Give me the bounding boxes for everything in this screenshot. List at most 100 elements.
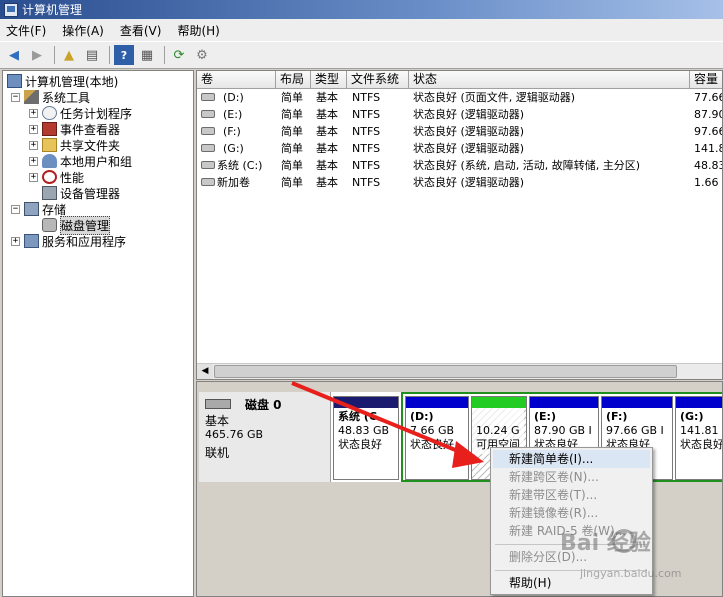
disk-type: 基本 (205, 414, 230, 428)
column-header-filesystem[interactable]: 文件系统 (347, 71, 409, 89)
menu-item-new-spanned-volume[interactable]: 新建跨区卷(N)... (493, 468, 650, 486)
partition-size: 10.24 G (476, 424, 520, 437)
export-icon[interactable]: ⚙ (192, 45, 212, 65)
watermark-url: jingyan.baidu.com (580, 567, 682, 580)
filesystem-cell: NTFS (352, 125, 381, 138)
tree-item-shared-folders[interactable]: + 共享文件夹 (29, 137, 120, 153)
menu-help[interactable]: 帮助(H) (177, 22, 219, 39)
users-icon (42, 154, 57, 168)
partition-g[interactable]: (G:) 141.81 GB N 状态良好 (675, 396, 722, 480)
collapse-icon[interactable]: − (11, 92, 20, 102)
tree-label: 本地用户和组 (60, 154, 133, 169)
column-header-status[interactable]: 状态 (409, 71, 690, 89)
expand-icon[interactable]: + (29, 124, 38, 134)
column-header-volume[interactable]: 卷 (197, 71, 276, 89)
menu-item-new-mirrored-volume[interactable]: 新建镜像卷(R)... (493, 504, 650, 522)
horizontal-scrollbar[interactable]: ◀ (197, 363, 722, 379)
expand-icon[interactable]: + (11, 236, 20, 246)
volume-cell: (F:) (223, 125, 241, 138)
layout-cell: 简单 (281, 91, 303, 104)
disk-size: 465.76 GB (205, 428, 264, 441)
capacity-cell: 77.66 (694, 91, 723, 104)
navigation-tree[interactable]: 计算机管理(本地) − 系统工具 + 任务计划程序 + 事件查看器 + 共享文件… (2, 70, 194, 597)
partition-size: 48.83 GB (338, 424, 390, 437)
column-header-capacity[interactable]: 容量 (690, 71, 722, 89)
expand-icon[interactable]: + (29, 156, 38, 166)
tree-item-task-scheduler[interactable]: + 任务计划程序 (29, 105, 132, 121)
table-row[interactable]: 系统 (C:) 简单 基本 NTFS 状态良好 (系统, 启动, 活动, 故障转… (197, 157, 723, 174)
column-header-layout[interactable]: 布局 (276, 71, 311, 89)
collapse-icon[interactable]: − (11, 204, 20, 214)
partition-name: (F:) (606, 410, 628, 423)
show-hide-tree-icon[interactable]: ▤ (82, 45, 102, 65)
tree-label: 系统工具 (42, 90, 91, 105)
tree-item-system-tools[interactable]: − 系统工具 (11, 89, 90, 105)
tree-item-performance[interactable]: + 性能 (29, 169, 84, 185)
refresh-icon[interactable]: ⟳ (169, 45, 189, 65)
expand-icon[interactable]: + (29, 140, 38, 150)
status-cell: 状态良好 (逻辑驱动器) (413, 125, 525, 138)
toolbar-separator (109, 46, 110, 64)
capacity-cell: 48.83 (694, 159, 723, 172)
menu-item-new-simple-volume[interactable]: 新建简单卷(I)... (493, 450, 650, 468)
device-manager-icon (42, 186, 57, 200)
tree-item-device-manager[interactable]: 设备管理器 (42, 185, 120, 201)
scroll-left-icon[interactable]: ◀ (197, 364, 213, 379)
drive-icon (201, 93, 215, 101)
back-arrow-icon[interactable]: ◀ (4, 45, 24, 65)
toolbar-separator (164, 46, 165, 64)
tree-item-disk-management[interactable]: 磁盘管理 (42, 215, 111, 235)
hard-disk-icon (205, 399, 231, 409)
tree-item-local-users[interactable]: + 本地用户和组 (29, 153, 132, 169)
partition-bar (676, 397, 722, 408)
partition-size: 87.90 GB I (534, 424, 592, 437)
partition-bar (602, 397, 672, 408)
partition-size: 141.81 GB N (680, 424, 722, 437)
tree-label: 事件查看器 (60, 122, 121, 137)
tree-item-root[interactable]: 计算机管理(本地) (7, 73, 118, 89)
tree-label: 任务计划程序 (60, 106, 133, 121)
up-folder-icon[interactable]: ▲ (59, 45, 79, 65)
menu-action[interactable]: 操作(A) (62, 22, 104, 39)
event-viewer-icon (42, 122, 57, 136)
partition-d[interactable]: (D:) 7.66 GB 状态良好 (405, 396, 469, 480)
partition-bar (472, 397, 526, 408)
menu-view[interactable]: 查看(V) (120, 22, 162, 39)
expand-icon[interactable]: + (29, 108, 38, 118)
table-row[interactable]: (E:) 简单 基本 NTFS 状态良好 (逻辑驱动器) 87.90 (197, 106, 722, 123)
partition-c[interactable]: 系统 (C 48.83 GB 状态良好 (333, 396, 399, 480)
forward-arrow-icon[interactable]: ▶ (27, 45, 47, 65)
volume-cell: 系统 (C:) (217, 159, 263, 172)
tree-item-services[interactable]: + 服务和应用程序 (11, 233, 126, 249)
table-row[interactable]: (F:) 简单 基本 NTFS 状态良好 (逻辑驱动器) 97.66 (197, 123, 722, 140)
drive-icon (201, 161, 215, 169)
properties-icon[interactable]: ▦ (137, 45, 157, 65)
partition-size: 97.66 GB I (606, 424, 664, 437)
tree-label: 服务和应用程序 (42, 234, 127, 249)
status-cell: 状态良好 (系统, 启动, 活动, 故障转储, 主分区) (413, 159, 641, 172)
menu-file[interactable]: 文件(F) (6, 22, 46, 39)
type-cell: 基本 (316, 125, 338, 138)
partition-name: 系统 (C (338, 410, 377, 423)
status-cell: 状态良好 (逻辑驱动器) (413, 176, 525, 189)
volume-list[interactable]: 卷 布局 类型 文件系统 状态 容量 (D:) 简单 基本 NTFS 状态良好 … (196, 70, 723, 380)
table-row[interactable]: (D:) 简单 基本 NTFS 状态良好 (页面文件, 逻辑驱动器) 77.66 (197, 89, 723, 106)
toolbar: ◀ ▶ ▲ ▤ ? ▦ ⟳ ⚙ (0, 41, 723, 69)
partition-bar (406, 397, 468, 408)
menu-item-new-striped-volume[interactable]: 新建带区卷(T)... (493, 486, 650, 504)
expand-icon[interactable]: + (29, 172, 38, 182)
disk-info[interactable]: 磁盘 0 基本 465.76 GB 联机 (199, 392, 331, 482)
partition-name: (G:) (680, 410, 704, 423)
tree-item-storage[interactable]: − 存储 (11, 201, 66, 217)
layout-cell: 简单 (281, 108, 303, 121)
tree-item-event-viewer[interactable]: + 事件查看器 (29, 121, 120, 137)
partition-name (476, 410, 520, 424)
type-cell: 基本 (316, 91, 338, 104)
help-icon[interactable]: ? (114, 45, 134, 65)
drive-icon (201, 144, 215, 152)
table-row[interactable]: (G:) 简单 基本 NTFS 状态良好 (逻辑驱动器) 141.8 (197, 140, 722, 157)
type-cell: 基本 (316, 159, 338, 172)
column-header-type[interactable]: 类型 (311, 71, 347, 89)
scrollbar-thumb[interactable] (214, 365, 677, 378)
table-row[interactable]: 新加卷 简单 基本 NTFS 状态良好 (逻辑驱动器) 1.66 (197, 174, 722, 191)
